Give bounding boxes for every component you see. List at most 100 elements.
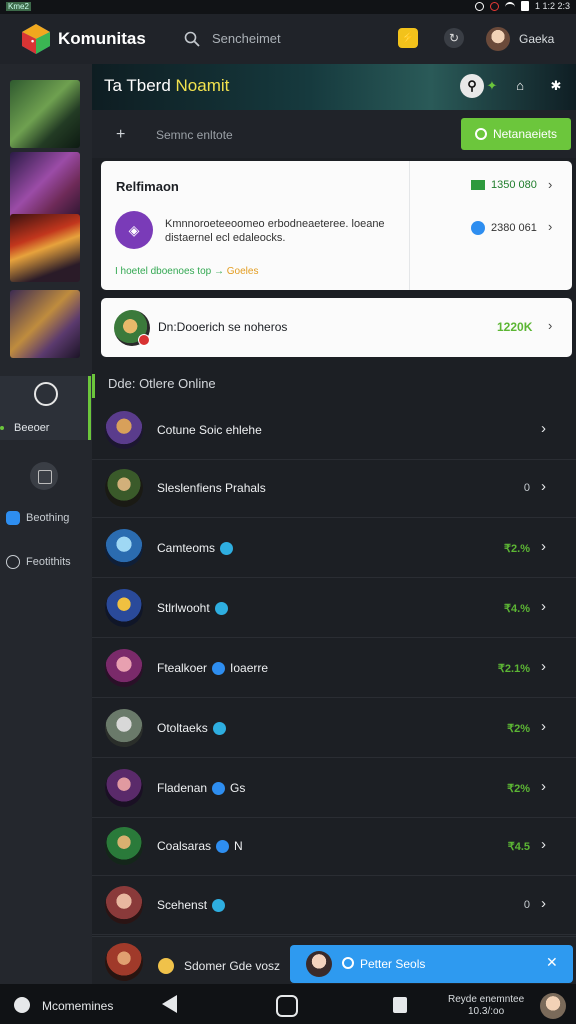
- chevron-right-icon[interactable]: ›: [541, 658, 546, 675]
- group-card[interactable]: Dn:Dooerich se noheros 1220K ›: [101, 298, 572, 357]
- alarm-icon: [474, 1, 484, 11]
- trend-icon: [471, 180, 485, 190]
- game-thumbnail-3[interactable]: [10, 214, 80, 282]
- activity-icon[interactable]: ↻: [444, 28, 464, 48]
- record-icon: [489, 1, 499, 11]
- featured-stat-2[interactable]: 2380 061: [471, 221, 537, 235]
- wifi-icon: [504, 2, 515, 10]
- chevron-right-icon[interactable]: ›: [541, 778, 546, 795]
- game-sidebar: Beeoer Beothing Feotithits: [0, 64, 92, 984]
- chevron-right-icon[interactable]: ›: [548, 318, 552, 333]
- nav-user-line-2: 10.3/:oo: [468, 1006, 505, 1017]
- settings-icon[interactable]: ✱: [544, 74, 568, 98]
- list-item-value: 0: [523, 899, 530, 911]
- user-name[interactable]: Gaeka: [519, 32, 554, 46]
- list-item[interactable]: Cotune Soic ehlehe ›: [92, 402, 576, 460]
- verified-icon: [216, 839, 230, 853]
- status-bar: Kme2 1 1:2 2:3: [0, 0, 576, 14]
- chat-text[interactable]: Sdomer Gde vosz: [184, 959, 280, 973]
- chevron-right-icon[interactable]: ›: [548, 219, 552, 234]
- featured-stat-2-value: 2380 061: [491, 222, 537, 234]
- notification-toast[interactable]: Petter Seols ✕: [290, 945, 573, 983]
- recent-apps-icon[interactable]: [393, 997, 407, 1013]
- list-item-value: ₹4.5: [507, 841, 530, 853]
- avatar: [105, 709, 143, 747]
- chevron-right-icon[interactable]: ›: [541, 538, 546, 555]
- nav-avatar[interactable]: [540, 993, 566, 1019]
- close-icon[interactable]: ✕: [546, 954, 558, 971]
- toolbar-text[interactable]: Semnc enltote: [156, 128, 233, 142]
- emoji-icon[interactable]: [158, 958, 174, 974]
- chevron-right-icon[interactable]: ›: [541, 598, 546, 615]
- nav-user-info: Reyde enemntee 10.3/:oo: [448, 994, 524, 1018]
- list-item[interactable]: Stlrlwooht ₹4.% ›: [92, 580, 576, 638]
- active-indicator: [88, 376, 91, 440]
- app-title: Komunitas: [58, 29, 146, 48]
- gallery-icon[interactable]: [30, 462, 58, 490]
- app-screen: Kme2 1 1:2 2:3 • Komunitas Sencheimet ⚡ …: [0, 0, 576, 1024]
- search-icon[interactable]: [184, 31, 200, 47]
- game-thumbnail-4[interactable]: [10, 290, 80, 358]
- avatar: [105, 827, 143, 865]
- verified-icon: [212, 721, 226, 735]
- list-item[interactable]: Ftealkoer Ioaerre ₹2.1% ›: [92, 640, 576, 698]
- rail-item-1[interactable]: Beothing: [6, 511, 69, 525]
- chevron-right-icon[interactable]: ›: [541, 420, 546, 437]
- home-icon[interactable]: ⌂: [508, 74, 532, 98]
- rail-item-label: Beothing: [26, 512, 70, 524]
- home-button-icon[interactable]: [276, 995, 298, 1017]
- verified-icon: [471, 221, 485, 235]
- banner-title: Ta Tberd Noamit: [104, 76, 229, 96]
- group-value: 1220K: [497, 320, 533, 334]
- list-item-name: Scehenst: [157, 898, 226, 912]
- chevron-right-icon[interactable]: ›: [541, 895, 546, 912]
- banner-title-prefix: Ta Tberd: [104, 76, 171, 95]
- notification-bolt-icon[interactable]: ⚡: [398, 28, 418, 48]
- list-item-value: ₹2.1%: [497, 663, 530, 675]
- list-item[interactable]: Scehenst 0 ›: [92, 877, 576, 935]
- toast-avatar: [306, 951, 332, 977]
- sparkle-icon[interactable]: ✦: [480, 74, 504, 98]
- community-icon[interactable]: [34, 382, 58, 406]
- list-item[interactable]: Sleslenfiens Prahals 0 ›: [92, 460, 576, 518]
- group-avatar: [114, 310, 150, 346]
- app-logo-icon[interactable]: •: [20, 23, 52, 55]
- avatar: [105, 649, 143, 687]
- featured-card[interactable]: Relfimaon ◈ Kmnnoroeteeoomeo erbodneaete…: [101, 161, 572, 290]
- nav-user-line-1: Reyde enemntee: [448, 994, 525, 1005]
- back-icon[interactable]: [162, 995, 177, 1013]
- chevron-right-icon[interactable]: ›: [548, 177, 552, 192]
- list-item-value: ₹2%: [507, 783, 530, 795]
- nav-label[interactable]: Mcomemines: [42, 999, 113, 1013]
- featured-description: Kmnnoroeteeoomeo erbodneaeteree. loeane …: [165, 218, 385, 244]
- chevron-right-icon[interactable]: ›: [541, 836, 546, 853]
- search-input[interactable]: Sencheimet: [212, 31, 281, 46]
- chevron-right-icon[interactable]: ›: [541, 478, 546, 495]
- chevron-right-icon[interactable]: ›: [541, 718, 546, 735]
- featured-stat-1[interactable]: 1350 080: [471, 179, 537, 191]
- avatar: [105, 589, 143, 627]
- rail-item-label: Feotithits: [26, 556, 71, 568]
- featured-avatar: ◈: [115, 211, 153, 249]
- system-nav-bar: Mcomemines Reyde enemntee 10.3/:oo: [0, 984, 576, 1024]
- list-item[interactable]: Otoltaeks ₹2% ›: [92, 700, 576, 758]
- community-banner: Ta Tberd Noamit ⚲ ✦ ⌂ ✱: [92, 64, 576, 110]
- list-item[interactable]: Coalsaras N ₹4.5 ›: [92, 818, 576, 876]
- game-thumbnail-1[interactable]: [10, 80, 80, 148]
- verified-icon: [220, 541, 234, 555]
- rail-item-2[interactable]: Feotithits: [6, 555, 71, 569]
- featured-stat-1-value: 1350 080: [491, 179, 537, 191]
- avatar: [105, 769, 143, 807]
- plus-icon[interactable]: +: [116, 126, 125, 144]
- primary-action-button[interactable]: Netanaeiets: [461, 118, 571, 150]
- featured-link-text: I hoetel dboenoes top →: [115, 266, 224, 277]
- communities-icon[interactable]: [14, 997, 30, 1013]
- list-item[interactable]: Fladenan Gs ₹2% ›: [92, 760, 576, 818]
- avatar: [105, 411, 143, 449]
- featured-link[interactable]: I hoetel dboenoes top → Goeles: [115, 266, 258, 277]
- app-header: • Komunitas Sencheimet ⚡ ↻ Gaeka: [0, 14, 576, 64]
- list-item[interactable]: Camteoms ₹2.% ›: [92, 520, 576, 578]
- game-thumbnail-2[interactable]: [10, 152, 80, 220]
- rail-active-label[interactable]: Beeoer: [14, 422, 49, 434]
- user-avatar[interactable]: [486, 27, 510, 51]
